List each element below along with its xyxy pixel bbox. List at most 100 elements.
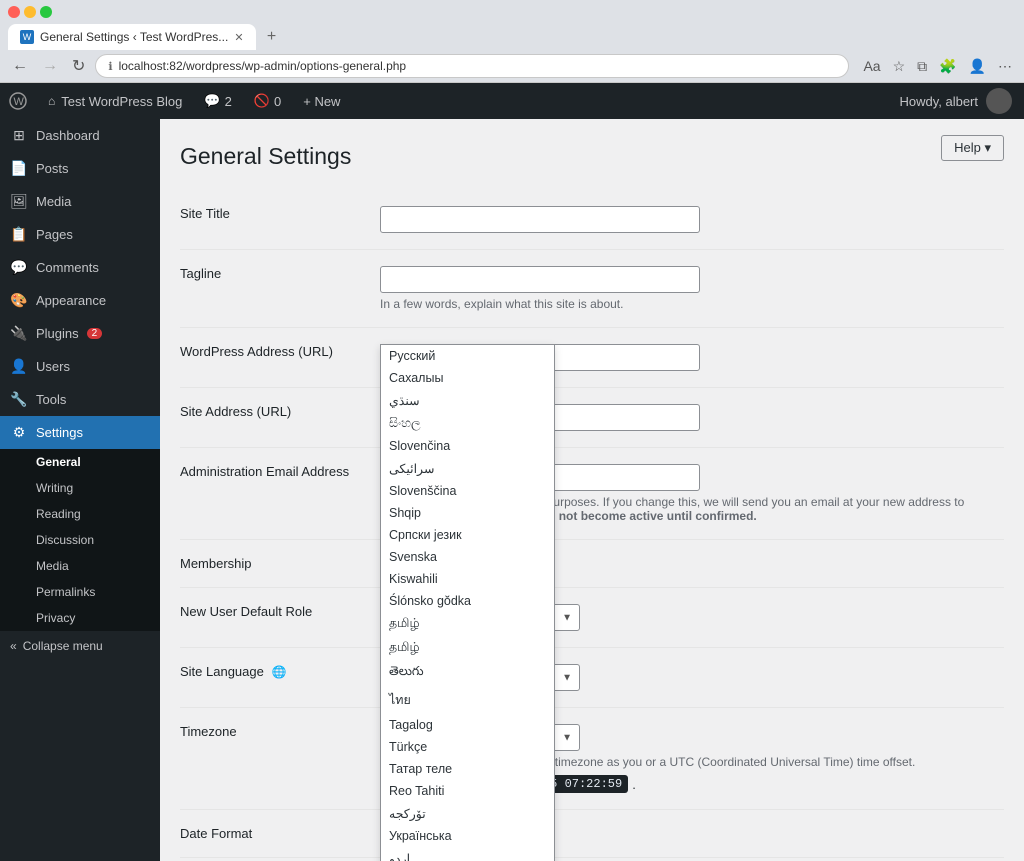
maximize-window-btn[interactable] bbox=[40, 6, 52, 18]
date-format-row: Date Format April 15, 2021 F j, Y bbox=[180, 810, 1004, 858]
sidebar-label-tools: Tools bbox=[36, 392, 66, 407]
refresh-button[interactable]: ↻ bbox=[68, 54, 89, 78]
back-button[interactable]: ← bbox=[8, 55, 32, 77]
comments-bar-item[interactable]: 💬 2 bbox=[194, 83, 241, 119]
submenu-general[interactable]: General bbox=[0, 449, 160, 475]
new-content-btn[interactable]: + New bbox=[293, 83, 350, 119]
sidebar-item-appearance[interactable]: 🎨 Appearance bbox=[0, 284, 160, 317]
help-button[interactable]: Help ▾ bbox=[941, 135, 1004, 161]
lang-option-tatar[interactable]: Татар теле bbox=[381, 758, 554, 780]
timezone-label: Timezone bbox=[180, 708, 380, 810]
sidebar-item-plugins[interactable]: 🔌 Plugins 2 bbox=[0, 317, 160, 350]
extensions-btn[interactable]: 🧩 bbox=[935, 56, 960, 77]
sidebar-item-posts[interactable]: 📄 Posts bbox=[0, 152, 160, 185]
wp-logo-btn[interactable]: W bbox=[0, 83, 36, 119]
settings-icon: ⚙ bbox=[10, 424, 28, 441]
sidebar-label-dashboard: Dashboard bbox=[36, 128, 100, 143]
new-tab-button[interactable]: + bbox=[260, 25, 284, 49]
universal-time-period: . bbox=[632, 777, 636, 792]
sidebar-item-tools[interactable]: 🔧 Tools bbox=[0, 383, 160, 416]
url-text: localhost:82/wordpress/wp-admin/options-… bbox=[119, 59, 837, 73]
wp-bar-items: 💬 2 🚫 0 + New bbox=[194, 83, 350, 119]
submenu-privacy[interactable]: Privacy bbox=[0, 605, 160, 631]
sidebar-item-dashboard[interactable]: ⊞ Dashboard bbox=[0, 119, 160, 152]
url-bar[interactable]: ℹ localhost:82/wordpress/wp-admin/option… bbox=[95, 54, 849, 78]
lang-option-sakha[interactable]: Сахалыы bbox=[381, 367, 554, 389]
admin-email-row: Administration Email Address This addres… bbox=[180, 448, 1004, 540]
submenu-permalinks[interactable]: Permalinks bbox=[0, 579, 160, 605]
lang-option-tahitian[interactable]: Reo Tahiti bbox=[381, 780, 554, 802]
sidebar-item-comments[interactable]: 💬 Comments bbox=[0, 251, 160, 284]
lang-option-slovak[interactable]: Slovenčina bbox=[381, 435, 554, 457]
posts-icon: 📄 bbox=[10, 160, 28, 177]
tagline-label: Tagline bbox=[180, 250, 380, 328]
lang-option-telugu[interactable]: తెలుగు bbox=[381, 660, 554, 686]
submenu-reading[interactable]: Reading bbox=[0, 501, 160, 527]
language-dropdown-scroll[interactable]: Русский Сахалыы سنڌي සිංහල Slovenčina سر… bbox=[381, 345, 554, 861]
active-tab[interactable]: W General Settings ‹ Test WordPres... ✕ bbox=[8, 24, 256, 50]
lang-option-slovenian[interactable]: Slovenščina bbox=[381, 480, 554, 502]
collections-btn[interactable]: ⧉ bbox=[913, 56, 931, 77]
collapse-menu-btn[interactable]: « Collapse menu bbox=[0, 631, 160, 661]
lang-option-serbian[interactable]: Српски језик bbox=[381, 524, 554, 546]
media-icon: 🖼 bbox=[10, 193, 28, 210]
site-address-label: Site Address (URL) bbox=[180, 388, 380, 448]
lang-option-turkish[interactable]: Türkçe bbox=[381, 736, 554, 758]
tab-title: General Settings ‹ Test WordPres... bbox=[40, 30, 228, 44]
reader-mode-btn[interactable]: Aa bbox=[859, 56, 884, 77]
tagline-cell: In a few words, explain what this site i… bbox=[380, 250, 1004, 328]
sidebar-item-users[interactable]: 👤 Users bbox=[0, 350, 160, 383]
sidebar-item-pages[interactable]: 📋 Pages bbox=[0, 218, 160, 251]
comments-count: 2 bbox=[225, 94, 232, 109]
tagline-input[interactable] bbox=[380, 266, 700, 293]
new-content-label: + New bbox=[303, 94, 340, 109]
settings-btn[interactable]: ⋯ bbox=[994, 56, 1016, 77]
lang-option-russian[interactable]: Русский bbox=[381, 345, 554, 367]
user-avatar bbox=[986, 88, 1012, 114]
site-title-input[interactable] bbox=[380, 206, 700, 233]
howdy-text: Howdy, albert bbox=[899, 94, 978, 109]
lang-option-sindhi[interactable]: سنڌي bbox=[381, 389, 554, 412]
forward-button[interactable]: → bbox=[38, 55, 62, 77]
tab-close-btn[interactable]: ✕ bbox=[234, 31, 243, 44]
lang-option-thai[interactable]: ไทย bbox=[381, 686, 554, 714]
membership-row: Membership Anyone can register bbox=[180, 540, 1004, 588]
spam-bar-item[interactable]: 🚫 0 bbox=[244, 83, 291, 119]
browser-chrome: W General Settings ‹ Test WordPres... ✕ … bbox=[0, 0, 1024, 83]
lang-option-silesian[interactable]: Ślónsko gŏdka bbox=[381, 590, 554, 612]
language-icon: 🌐 bbox=[271, 665, 286, 679]
lang-option-tamil2[interactable]: தமிழ் bbox=[381, 636, 554, 660]
submenu-writing[interactable]: Writing bbox=[0, 475, 160, 501]
profile-btn[interactable]: 👤 bbox=[965, 56, 990, 77]
spam-count: 0 bbox=[274, 94, 281, 109]
lang-option-saraiki[interactable]: سرائیکی bbox=[381, 457, 554, 480]
user-menu-btn[interactable]: Howdy, albert bbox=[887, 83, 1024, 119]
language-dropdown: Русский Сахалыы سنڌي සිංහල Slovenčina سر… bbox=[380, 344, 555, 861]
plugins-icon: 🔌 bbox=[10, 325, 28, 342]
bookmark-btn[interactable]: ☆ bbox=[889, 56, 910, 77]
lang-option-albanian[interactable]: Shqip bbox=[381, 502, 554, 524]
sidebar-label-media: Media bbox=[36, 194, 71, 209]
lang-option-tagalog[interactable]: Tagalog bbox=[381, 714, 554, 736]
comments-icon: 💬 bbox=[10, 259, 28, 276]
sidebar-label-users: Users bbox=[36, 359, 70, 374]
submenu-discussion[interactable]: Discussion bbox=[0, 527, 160, 553]
lang-option-tamil1[interactable]: தமிழ் bbox=[381, 612, 554, 636]
users-icon: 👤 bbox=[10, 358, 28, 375]
sidebar-item-settings[interactable]: ⚙ Settings bbox=[0, 416, 160, 449]
lang-option-swahili[interactable]: Kiswahili bbox=[381, 568, 554, 590]
sidebar-item-media[interactable]: 🖼 Media bbox=[0, 185, 160, 218]
submenu-media[interactable]: Media bbox=[0, 553, 160, 579]
lang-option-azerbaijani[interactable]: تۆرکجه bbox=[381, 802, 554, 825]
close-window-btn[interactable] bbox=[8, 6, 20, 18]
wp-address-label: WordPress Address (URL) bbox=[180, 328, 380, 388]
lang-option-swedish[interactable]: Svenska bbox=[381, 546, 554, 568]
appearance-icon: 🎨 bbox=[10, 292, 28, 309]
minimize-window-btn[interactable] bbox=[24, 6, 36, 18]
lang-option-ukrainian[interactable]: Українська bbox=[381, 825, 554, 847]
lang-option-urdu[interactable]: اردو bbox=[381, 847, 554, 861]
wp-site-name-btn[interactable]: ⌂ Test WordPress Blog bbox=[36, 83, 194, 119]
page-title: General Settings bbox=[180, 143, 1004, 170]
tagline-hint: In a few words, explain what this site i… bbox=[380, 297, 1004, 311]
lang-option-sinhala[interactable]: සිංහල bbox=[381, 412, 554, 435]
